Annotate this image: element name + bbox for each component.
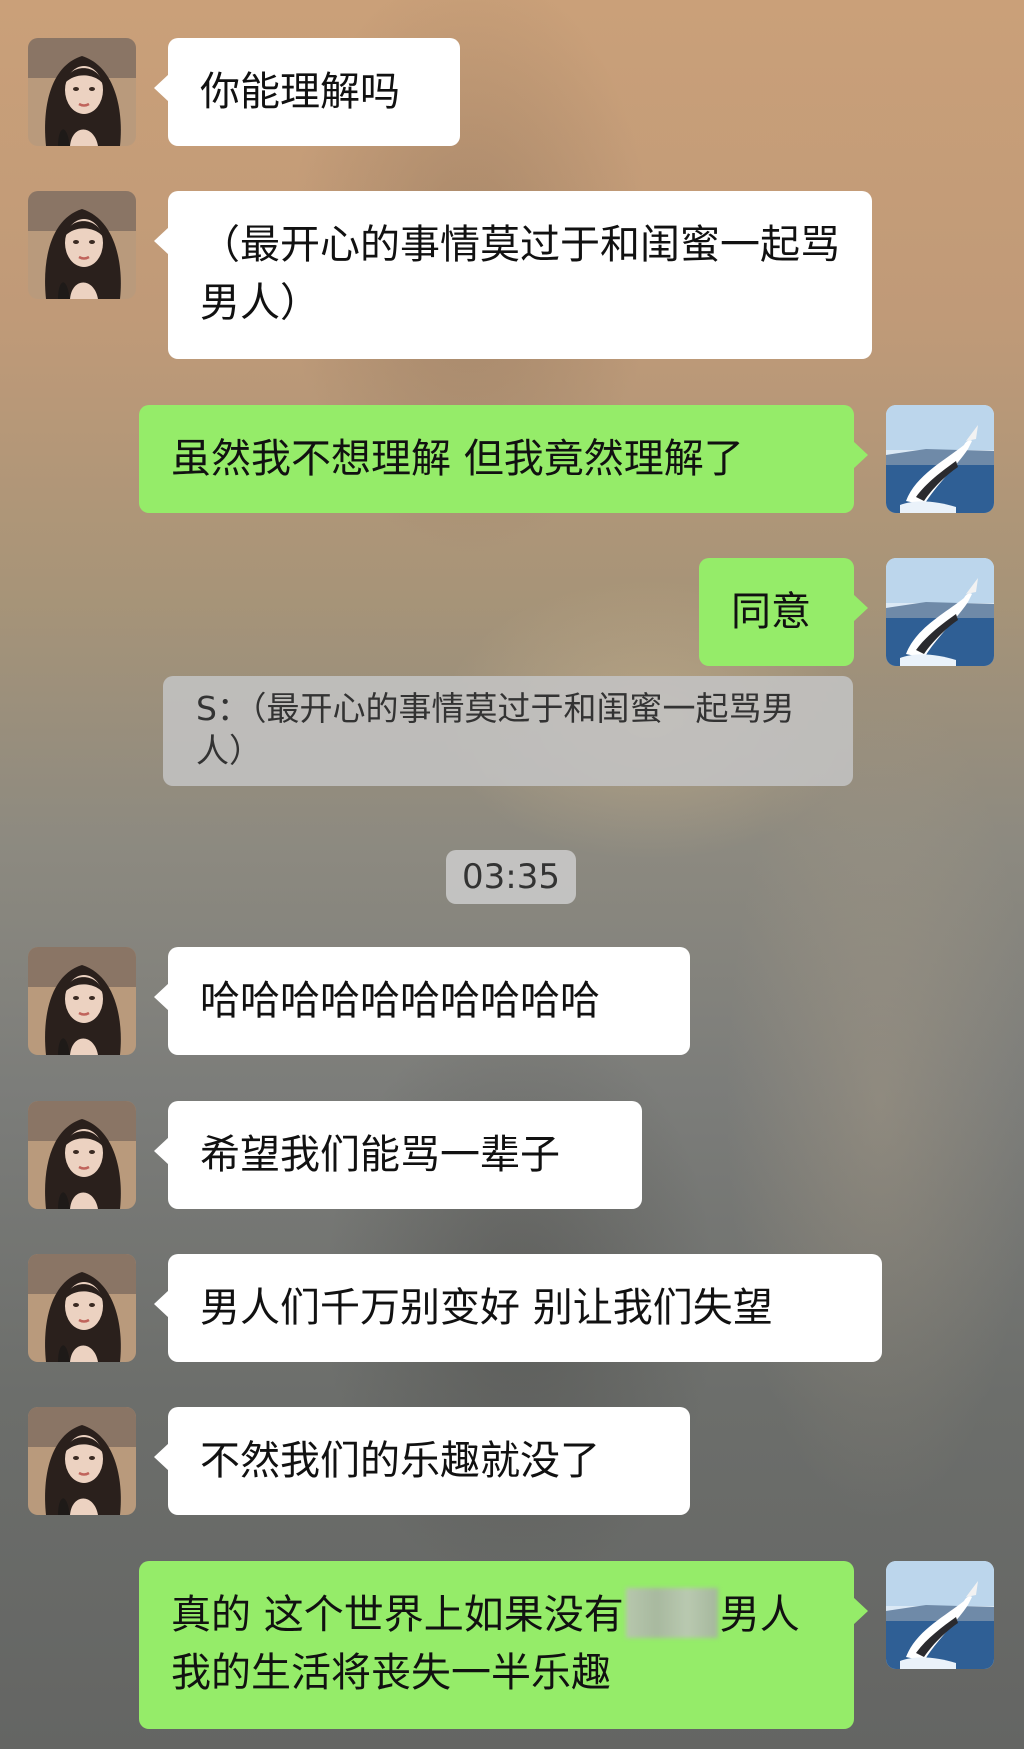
avatar-girl-icon <box>28 1407 136 1515</box>
message-text: 不然我们的乐趣就没了 <box>200 1438 600 1484</box>
message-bubble-incoming[interactable]: 哈哈哈哈哈哈哈哈哈哈 <box>154 947 690 1055</box>
contact-avatar[interactable] <box>28 1101 136 1209</box>
my-avatar[interactable] <box>886 1561 994 1669</box>
message-bubble-incoming[interactable]: 希望我们能骂一辈子 <box>154 1101 642 1209</box>
contact-avatar[interactable] <box>28 1407 136 1515</box>
avatar-girl-icon <box>28 947 136 1055</box>
contact-avatar[interactable] <box>28 38 136 146</box>
message-text: （最开心的事情莫过于和闺蜜一起骂男人） <box>200 222 840 326</box>
timestamp: 03:35 <box>446 850 576 904</box>
avatar-whale-icon <box>886 405 994 513</box>
message-text: 同意 <box>731 589 811 635</box>
message-text: 哈哈哈哈哈哈哈哈哈哈 <box>200 978 600 1024</box>
message-bubble-outgoing[interactable]: 同意 <box>699 558 868 666</box>
redacted-mosaic <box>625 1588 718 1638</box>
message-text: 男人们千万别变好 别让我们失望 <box>200 1285 773 1331</box>
contact-avatar[interactable] <box>28 947 136 1055</box>
avatar-girl-icon <box>28 1101 136 1209</box>
contact-avatar[interactable] <box>28 191 136 299</box>
message-bubble-incoming[interactable]: 你能理解吗 <box>154 38 460 146</box>
my-avatar[interactable] <box>886 558 994 666</box>
message-bubble-incoming[interactable]: 男人们千万别变好 别让我们失望 <box>154 1254 882 1362</box>
message-bubble-incoming[interactable]: 不然我们的乐趣就没了 <box>154 1407 690 1515</box>
avatar-whale-icon <box>886 558 994 666</box>
my-avatar[interactable] <box>886 405 994 513</box>
avatar-whale-icon <box>886 1561 994 1669</box>
avatar-girl-icon <box>28 191 136 299</box>
message-text: 希望我们能骂一辈子 <box>200 1132 560 1178</box>
quote-text: S：（最开心的事情莫过于和闺蜜一起骂男人） <box>196 689 795 770</box>
avatar-girl-icon <box>28 1254 136 1362</box>
quoted-message[interactable]: S：（最开心的事情莫过于和闺蜜一起骂男人） <box>163 676 853 786</box>
contact-avatar[interactable] <box>28 1254 136 1362</box>
message-text: 真的 这个世界上如果没有 <box>171 1592 624 1638</box>
message-bubble-outgoing[interactable]: 真的 这个世界上如果没有 男人 我的生活将丧失一半乐趣 <box>139 1561 868 1729</box>
message-bubble-outgoing[interactable]: 虽然我不想理解 但我竟然理解了 <box>139 405 868 513</box>
message-text: 你能理解吗 <box>200 69 400 115</box>
message-text: 虽然我不想理解 但我竟然理解了 <box>171 436 744 482</box>
message-bubble-incoming[interactable]: （最开心的事情莫过于和闺蜜一起骂男人） <box>154 191 872 359</box>
avatar-girl-icon <box>28 38 136 146</box>
